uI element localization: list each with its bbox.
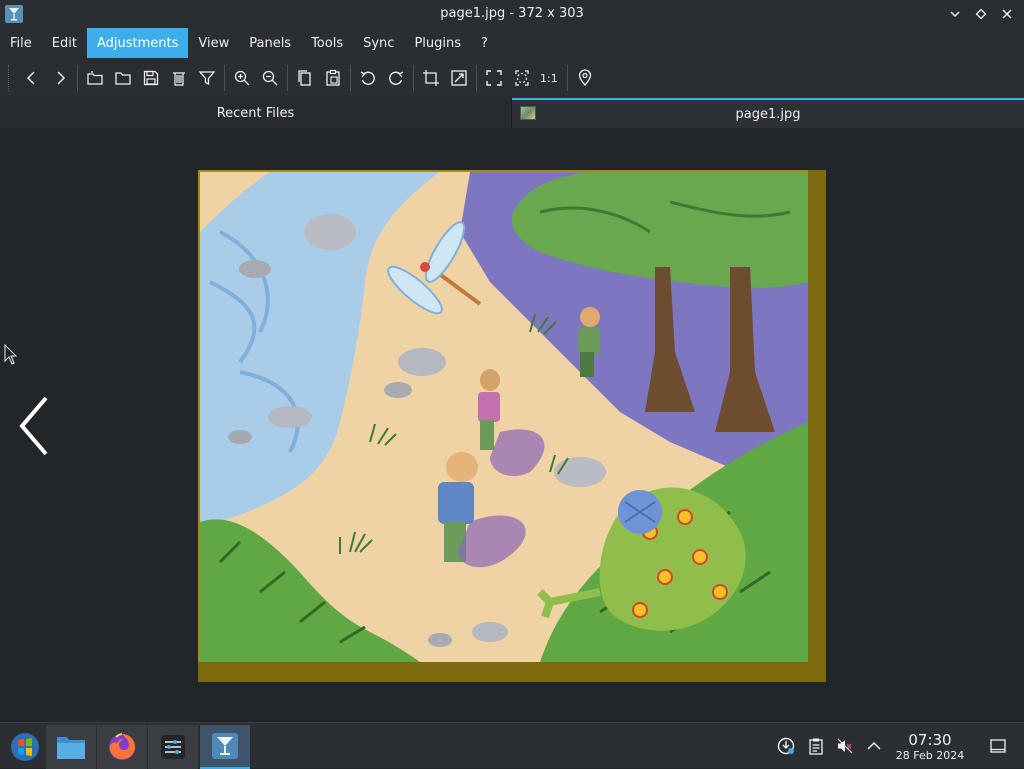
open-recent-icon	[87, 71, 103, 85]
paste-button[interactable]	[319, 64, 347, 92]
save-button[interactable]	[137, 64, 165, 92]
clock-time[interactable]: 07:30	[894, 731, 966, 749]
start-menu-icon	[11, 733, 39, 761]
fullscreen-button[interactable]	[480, 64, 508, 92]
menu-panels[interactable]: Panels	[239, 28, 301, 58]
clock-date[interactable]: 28 Feb 2024	[890, 749, 970, 762]
next-icon	[57, 71, 66, 85]
paste-icon	[326, 69, 340, 86]
resize-icon	[451, 70, 467, 86]
toolbar-grip[interactable]	[8, 65, 12, 91]
close-icon	[1002, 9, 1012, 19]
original-size-button[interactable]: 1:1	[536, 64, 564, 92]
filter-icon	[198, 71, 216, 86]
resize-button[interactable]	[445, 64, 473, 92]
toolbar-separator	[350, 65, 351, 91]
zoom-out-button[interactable]	[256, 64, 284, 92]
image-display	[198, 170, 826, 682]
tab-label: page1.jpg	[735, 106, 801, 122]
tray-expand-icon[interactable]	[865, 737, 883, 755]
open-button[interactable]	[109, 64, 137, 92]
firefox-icon	[109, 733, 136, 760]
crop-icon	[423, 70, 439, 86]
delete-button[interactable]	[165, 64, 193, 92]
menu-adjustments[interactable]: Adjustments	[86, 28, 189, 58]
maximize-button[interactable]	[970, 4, 992, 24]
open-recent-button[interactable]	[81, 64, 109, 92]
rotate-left-icon	[360, 71, 375, 85]
file-manager-icon	[57, 737, 85, 759]
location-button[interactable]	[571, 64, 599, 92]
system-settings-icon	[161, 735, 185, 759]
fit-button[interactable]	[508, 64, 536, 92]
next-button[interactable]	[46, 64, 74, 92]
start-menu-button[interactable]	[0, 725, 50, 769]
tab-page1[interactable]: page1.jpg	[512, 98, 1024, 128]
clipboard-icon[interactable]	[807, 737, 825, 755]
zoom-in-button[interactable]	[228, 64, 256, 92]
previous-icon	[26, 71, 35, 85]
illustration-image	[200, 172, 808, 662]
taskbar: 07:30 28 Feb 2024	[0, 722, 1024, 769]
toolbar-separator	[567, 65, 568, 91]
rotate-right-icon	[389, 71, 404, 85]
nomacs-icon	[212, 733, 238, 759]
zoom-in-icon	[234, 70, 250, 86]
image-thumbnail-icon	[520, 106, 536, 120]
toolbar-separator	[77, 65, 78, 91]
rotate-right-button[interactable]	[382, 64, 410, 92]
toolbar-separator	[287, 65, 288, 91]
network-icon[interactable]	[777, 737, 795, 755]
menu-sync[interactable]: Sync	[353, 28, 404, 58]
filter-button[interactable]	[193, 64, 221, 92]
menu-help[interactable]: ?	[471, 28, 498, 58]
chevron-down-icon	[950, 11, 960, 18]
toolbar-separator	[413, 65, 414, 91]
volume-muted-icon[interactable]	[836, 737, 854, 755]
toolbar-separator	[224, 65, 225, 91]
crop-button[interactable]	[417, 64, 445, 92]
original-size-icon: 1:1	[540, 72, 558, 85]
system-settings-button[interactable]	[148, 725, 198, 769]
copy-button[interactable]	[291, 64, 319, 92]
minimize-button[interactable]	[944, 4, 966, 24]
show-desktop-icon[interactable]	[989, 737, 1007, 755]
nomacs-button[interactable]	[200, 725, 250, 769]
file-manager-button[interactable]	[46, 725, 96, 769]
zoom-out-icon	[262, 70, 278, 86]
mouse-cursor-icon	[4, 344, 18, 365]
toolbar: 1:1	[0, 58, 1024, 98]
menu-file[interactable]: File	[0, 28, 42, 58]
firefox-button[interactable]	[97, 725, 147, 769]
diamond-icon	[975, 8, 987, 20]
previous-image-arrow-icon[interactable]	[14, 394, 54, 458]
menu-view[interactable]: View	[188, 28, 239, 58]
menu-bar: File Edit Adjustments View Panels Tools …	[0, 28, 1024, 58]
rotate-left-button[interactable]	[354, 64, 382, 92]
fullscreen-icon	[486, 70, 502, 86]
close-button[interactable]	[996, 4, 1018, 24]
save-icon	[143, 70, 159, 86]
location-icon	[578, 69, 592, 86]
copy-icon	[298, 70, 311, 86]
menu-tools[interactable]: Tools	[301, 28, 353, 58]
menu-plugins[interactable]: Plugins	[404, 28, 471, 58]
svg-text:1:1: 1:1	[540, 72, 558, 85]
delete-icon	[173, 72, 185, 86]
title-bar: page1.jpg - 372 x 303	[0, 0, 1024, 28]
tab-recent-files[interactable]: Recent Files	[0, 98, 512, 128]
previous-button[interactable]	[18, 64, 46, 92]
open-icon	[115, 72, 131, 85]
toolbar-separator	[476, 65, 477, 91]
window-title: page1.jpg - 372 x 303	[440, 6, 584, 21]
image-viewer[interactable]	[0, 128, 1024, 722]
tab-label: Recent Files	[216, 105, 295, 121]
tab-bar: Recent Files page1.jpg	[0, 98, 1024, 128]
fit-icon	[515, 70, 529, 86]
menu-edit[interactable]: Edit	[42, 28, 87, 58]
